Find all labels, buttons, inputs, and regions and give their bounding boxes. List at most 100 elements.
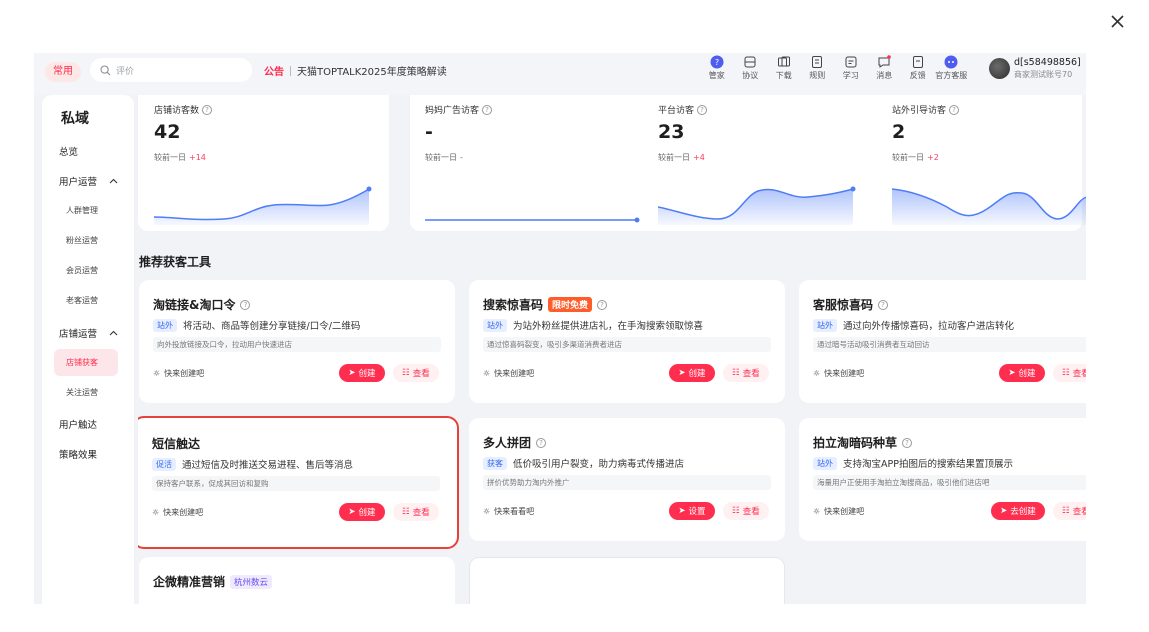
- view-button[interactable]: ☷ 查看: [393, 364, 439, 382]
- help-icon[interactable]: ?: [482, 104, 493, 115]
- button-label: 查看: [742, 507, 760, 517]
- tool-card-sms[interactable]: 短信触达 促活 通过短信及时推送交易进程、售后等消息 保持客户联系，促成其回访和复…: [138, 416, 459, 549]
- sparkle-icon: ☼: [483, 507, 491, 516]
- stat-platform-visitors[interactable]: 平台访客? 23 较前一日 +4: [658, 103, 878, 233]
- list-icon: ☷: [732, 506, 740, 516]
- stat-value: -: [425, 121, 433, 143]
- create-button[interactable]: ➤ 创建: [669, 364, 715, 382]
- tool-agreement[interactable]: 协议: [734, 55, 768, 81]
- tool-rules[interactable]: 规则: [801, 55, 835, 81]
- main-content: 店铺访客数? 42 较前一日 +14 妈妈广告访客? - 较前一日 - 平台访客…: [138, 95, 1086, 604]
- tool-foot: 快来创建吧: [164, 369, 205, 378]
- view-button[interactable]: ☷ 查看: [1053, 502, 1086, 520]
- tool-butler[interactable]: ? 管家: [700, 55, 734, 81]
- button-label: 查看: [1072, 507, 1086, 517]
- chevron-up-icon: [109, 178, 118, 184]
- tool-support[interactable]: 官方客服: [935, 55, 969, 81]
- help-icon[interactable]: ?: [878, 299, 889, 310]
- create-button[interactable]: ➤ 创建: [339, 364, 385, 382]
- setup-button[interactable]: ➤ 设置: [669, 502, 715, 520]
- sparkle-icon: ☼: [152, 508, 160, 517]
- free-badge: 限时免费: [548, 297, 593, 312]
- sidebar-item-store-ops[interactable]: 店铺运营: [59, 326, 118, 340]
- notice-text[interactable]: 天猫TOPTALK2025年度策略解读: [297, 63, 447, 78]
- sidebar-item-label: 用户运营: [59, 177, 98, 188]
- sidebar-item-member[interactable]: 会员运营: [66, 265, 98, 276]
- list-icon: ☷: [402, 368, 410, 378]
- notice-bar[interactable]: 公告 天猫TOPTALK2025年度策略解读: [264, 63, 447, 78]
- close-icon[interactable]: [1106, 10, 1128, 32]
- help-icon[interactable]: ?: [536, 437, 547, 448]
- send-icon: ➤: [348, 507, 356, 517]
- tool-download[interactable]: 下载: [767, 55, 801, 81]
- avatar[interactable]: [989, 58, 1010, 79]
- stat-compare: 较前一日: [892, 153, 924, 162]
- tool-desc: 将活动、商品等创建分享链接/口令/二维码: [183, 321, 361, 332]
- create-button[interactable]: ➤ 创建: [999, 364, 1045, 382]
- sidebar-item-reach[interactable]: 用户触达: [59, 417, 97, 431]
- help-icon[interactable]: ?: [240, 299, 251, 310]
- tool-subtext: 拼价优势助力淘内外推广: [483, 475, 771, 490]
- tool-card-taolink[interactable]: 淘链接&淘口令? 站外 将活动、商品等创建分享链接/口令/二维码 向外投放链接及口…: [139, 280, 455, 403]
- tool-foot: 快来创建吧: [494, 369, 535, 378]
- sidebar-item-user-ops[interactable]: 用户运营: [59, 174, 118, 188]
- tool-desc: 为站外粉丝提供进店礼，在手淘搜索领取惊喜: [513, 321, 704, 332]
- tool-feedback[interactable]: 反馈: [901, 55, 935, 81]
- help-icon[interactable]: ?: [902, 437, 913, 448]
- sidebar-item-strategy[interactable]: 策略效果: [59, 447, 97, 461]
- add-tool-card[interactable]: [469, 557, 785, 604]
- button-label: 查看: [742, 369, 760, 379]
- stat-ad-visitors[interactable]: 妈妈广告访客? - 较前一日 -: [425, 103, 645, 233]
- view-button[interactable]: ☷ 查看: [1053, 364, 1086, 382]
- tool-card-service-surprise[interactable]: 客服惊喜码? 站外 通过向外传播惊喜码，拉动客户进店转化 通过暗号活动吸引消费者互…: [799, 280, 1086, 403]
- button-label: 创建: [688, 369, 706, 379]
- tool-tag: 站外: [813, 318, 837, 332]
- butler-icon: ?: [710, 55, 724, 69]
- send-icon: ➤: [678, 506, 686, 516]
- sidebar-item-fans[interactable]: 粉丝运营: [66, 235, 98, 246]
- tool-card-group-buy[interactable]: 多人拼团? 获客 低价吸引用户裂变，助力病毒式传播进店 拼价优势助力淘内外推广 ☼…: [469, 418, 785, 541]
- common-button[interactable]: 常用: [45, 62, 81, 82]
- tool-card-wecom[interactable]: 企微精准营销 杭州数云: [139, 557, 455, 604]
- tool-card-photo-search[interactable]: 拍立淘暗码种草? 站外 支持淘宝APP拍图后的搜索结果置顶展示 海量用户正使用手淘…: [799, 418, 1086, 541]
- agreement-icon: [744, 56, 756, 68]
- help-icon[interactable]: ?: [697, 104, 708, 115]
- sidebar-item-follow[interactable]: 关注运营: [66, 387, 98, 398]
- stat-delta: +2: [927, 153, 939, 162]
- tool-title: 淘链接&淘口令: [153, 298, 236, 312]
- help-icon[interactable]: ?: [949, 104, 960, 115]
- user-subtitle: 商家测试账号70: [1014, 70, 1073, 79]
- sidebar-item-overview[interactable]: 总览: [59, 144, 78, 158]
- stat-compare: 较前一日: [425, 153, 457, 162]
- stat-label: 店铺访客数: [154, 106, 200, 116]
- tool-title: 多人拼团: [483, 436, 532, 450]
- notice-tag: 公告: [264, 67, 284, 78]
- go-create-button[interactable]: ➤ 去创建: [991, 502, 1045, 520]
- button-label: 创建: [358, 508, 376, 518]
- tool-tag: 站外: [813, 456, 837, 470]
- sidebar-item-crowd[interactable]: 人群管理: [66, 205, 98, 216]
- tool-desc: 支持淘宝APP拍图后的搜索结果置顶展示: [843, 459, 1013, 470]
- tool-study[interactable]: 学习: [834, 55, 868, 81]
- stat-store-visitors[interactable]: 店铺访客数? 42 较前一日 +14: [154, 103, 374, 233]
- sparkline-chart: [154, 186, 372, 225]
- view-button[interactable]: ☷ 查看: [393, 503, 439, 521]
- user-menu[interactable]: d[s58498856] 商家测试账号70: [989, 57, 1081, 80]
- sidebar-item-store-acquire[interactable]: 店铺获客: [66, 357, 98, 368]
- tool-card-search-surprise[interactable]: 搜索惊喜码 限时免费? 站外 为站外粉丝提供进店礼，在手淘搜索领取惊喜 通过惊喜码裂…: [469, 280, 785, 403]
- sidebar-item-old-customer[interactable]: 老客运营: [66, 295, 98, 306]
- rules-icon: [812, 56, 823, 68]
- create-button[interactable]: ➤ 创建: [339, 503, 385, 521]
- view-button[interactable]: ☷ 查看: [723, 364, 769, 382]
- search-input[interactable]: 评价: [90, 58, 252, 82]
- stat-offsite-visitors[interactable]: 站外引导访客? 2 较前一日 +2: [892, 103, 1086, 233]
- stat-value: 2: [892, 121, 906, 143]
- stat-compare: 较前一日: [154, 153, 186, 162]
- tool-label: 规则: [809, 71, 826, 80]
- list-icon: ☷: [732, 368, 740, 378]
- help-icon[interactable]: ?: [597, 299, 608, 310]
- help-icon[interactable]: ?: [202, 104, 213, 115]
- view-button[interactable]: ☷ 查看: [723, 502, 769, 520]
- tool-message[interactable]: 消息: [868, 55, 902, 81]
- sparkline-chart: [658, 186, 856, 225]
